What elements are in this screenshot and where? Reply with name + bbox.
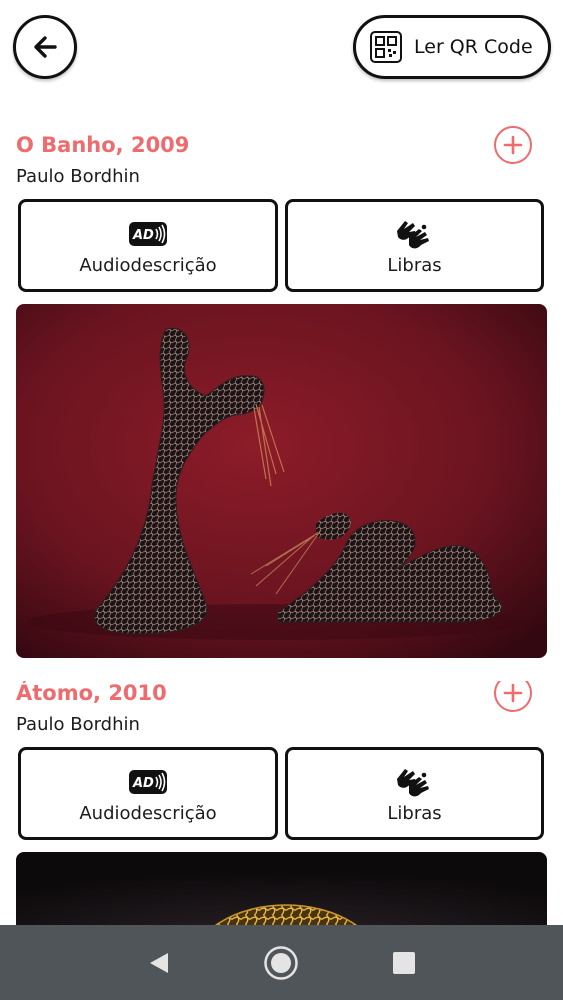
audiodescription-label: Audiodescrição: [79, 255, 217, 276]
plus-icon: [503, 683, 523, 703]
artwork-image[interactable]: [16, 304, 547, 658]
artwork-author: Paulo Bordhin: [16, 714, 140, 735]
nav-home-icon[interactable]: [263, 945, 299, 981]
artwork-author: Paulo Bordhin: [16, 166, 140, 187]
nav-recents-icon[interactable]: [391, 950, 417, 976]
read-qr-code-button[interactable]: Ler QR Code: [353, 15, 551, 79]
qr-code-icon: [370, 31, 402, 63]
arrow-left-icon: [34, 36, 57, 58]
artwork-title: Átomo, 2010: [16, 681, 167, 705]
libras-label: Libras: [387, 803, 442, 824]
qr-button-label: Ler QR Code: [414, 36, 533, 58]
artwork-card: O Banho, 2009 Paulo Bordhin AD Audiodesc…: [0, 126, 563, 663]
audiodescription-label: Audiodescrição: [79, 803, 217, 824]
add-button[interactable]: [494, 126, 532, 164]
artwork-title: O Banho, 2009: [16, 133, 190, 157]
sign-language-icon: [395, 766, 435, 798]
top-bar: Ler QR Code: [0, 0, 563, 100]
libras-button[interactable]: Libras: [285, 747, 544, 840]
audiodescription-button[interactable]: AD Audiodescrição: [18, 199, 278, 292]
svg-text:AD: AD: [132, 228, 154, 243]
back-button[interactable]: [13, 15, 77, 79]
nav-back-icon[interactable]: [146, 950, 172, 976]
artwork-image[interactable]: [16, 852, 547, 925]
system-navigation-bar: [0, 925, 563, 1000]
add-button[interactable]: [494, 681, 532, 712]
svg-text:AD: AD: [132, 776, 154, 791]
artwork-card: Átomo, 2010 Paulo Bordhin AD Audiodescri…: [0, 681, 563, 925]
sign-language-icon: [395, 218, 435, 250]
libras-button[interactable]: Libras: [285, 199, 544, 292]
plus-icon: [503, 135, 523, 155]
libras-label: Libras: [387, 255, 442, 276]
audiodescription-button[interactable]: AD Audiodescrição: [18, 747, 278, 840]
audio-description-icon: AD: [129, 766, 167, 798]
audio-description-icon: AD: [129, 218, 167, 250]
